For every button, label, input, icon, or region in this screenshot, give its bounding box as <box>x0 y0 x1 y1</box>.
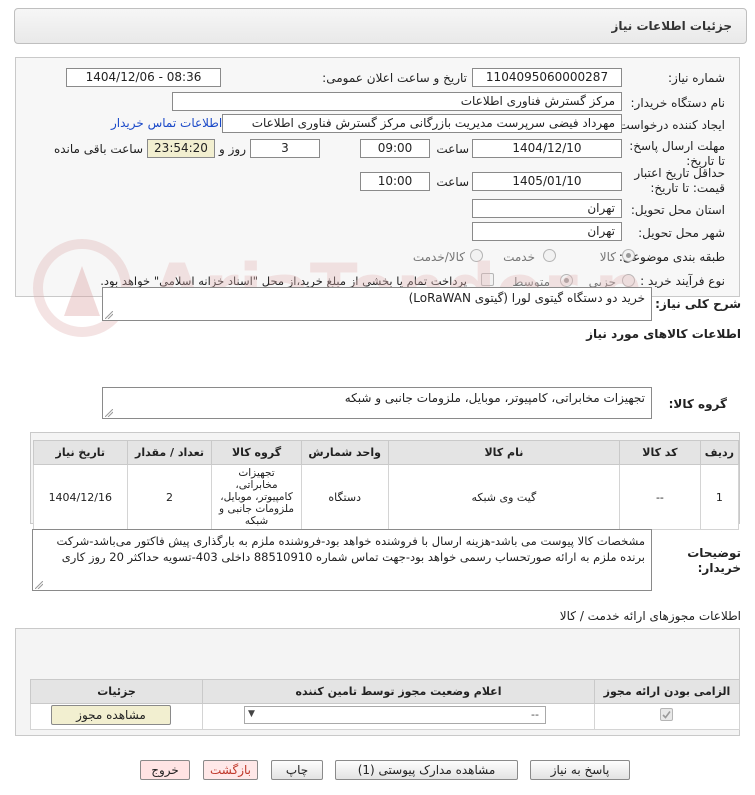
exit-button[interactable]: خروج <box>140 760 190 780</box>
creator-field: مهرداد فیضی سرپرست مدیریت بازرگانی مرکز … <box>222 114 622 133</box>
permit-status-select[interactable]: ▼ -- <box>244 706 546 724</box>
buyer-notes-line2: برنده ملزم به ارائه صورتحساب رسمی خواهد … <box>61 550 645 564</box>
cell-row: 1 <box>699 464 740 530</box>
permit-col-status: اعلام وضعیت مجوز توسط تامین کننده <box>202 679 595 704</box>
purchase-radio-medium[interactable] <box>560 274 573 287</box>
deadline-time-label: ساعت <box>436 142 469 156</box>
city-field: تهران <box>472 222 622 241</box>
page-title: جزئیات اطلاعات نیاز <box>611 19 732 33</box>
permits-table-header: الزامی بودن ارائه مجوز اعلام وضعیت مجوز … <box>30 679 740 704</box>
category-option-service: خدمت <box>503 250 535 264</box>
category-option-goods-service: کالا/خدمت <box>412 250 465 264</box>
cell-group: تجهیزات مخابراتی، کامپیوتر، موبایل، ملزو… <box>211 464 302 530</box>
remaining-days-field: 3 <box>250 139 320 158</box>
deadline-date-field: 1404/12/10 <box>472 139 622 158</box>
deadline-label: مهلت ارسال پاسخ: تا تاریخ: <box>629 139 725 168</box>
buyer-org-field: مرکز گسترش فناوری اطلاعات <box>172 92 622 111</box>
col-unit: واحد شمارش <box>300 440 389 465</box>
description-text: خرید دو دستگاه گیتوی لورا (گیتوی LoRaWAN… <box>408 291 645 305</box>
province-label: استان محل تحویل: <box>630 203 725 217</box>
reply-button[interactable]: پاسخ به نیاز <box>530 760 630 780</box>
chevron-down-icon: ▼ <box>248 709 255 719</box>
deadline-time-field: 09:00 <box>360 139 430 158</box>
goods-section-title: اطلاعات کالاهای مورد نیاز <box>586 327 741 341</box>
purchase-type-label: نوع فرآیند خرید : <box>640 274 725 288</box>
cell-date: 1404/12/16 <box>33 464 128 530</box>
permit-col-details: جزئیات <box>30 679 203 704</box>
province-field: تهران <box>472 199 622 218</box>
view-permit-button[interactable]: مشاهده مجوز <box>51 705 171 725</box>
buyer-notes-field: مشخصات کالا پیوست می باشد-هزینه ارسال با… <box>32 529 652 591</box>
view-documents-button[interactable]: مشاهده مدارک پیوستی (1) <box>335 760 518 780</box>
buyer-notes-label: توضیحات خریدار: <box>687 546 741 575</box>
col-code: کد کالا <box>619 440 701 465</box>
table-row: 1 -- گیت وی شبکه دستگاه تجهیزات مخابراتی… <box>33 464 740 530</box>
page-header: جزئیات اطلاعات نیاز <box>14 8 747 44</box>
resize-grip-icon[interactable] <box>105 409 113 417</box>
validity-date-field: 1405/01/10 <box>472 172 622 191</box>
col-group: گروه کالا <box>211 440 302 465</box>
announce-date-field: 1404/12/06 - 08:36 <box>66 68 221 87</box>
category-option-goods: کالا <box>599 250 616 264</box>
print-button[interactable]: چاپ <box>271 760 323 780</box>
goods-table-header: ردیف کد کالا نام کالا واحد شمارش گروه کا… <box>33 440 740 465</box>
cell-code: -- <box>619 464 701 530</box>
validity-time-field: 10:00 <box>360 172 430 191</box>
resize-grip-icon[interactable] <box>105 311 113 319</box>
permit-col-required: الزامی بودن ارائه مجوز <box>594 679 740 704</box>
days-label: روز و <box>219 142 246 156</box>
col-date: تاریخ نیاز <box>33 440 128 465</box>
creator-label: ایجاد کننده درخواست: <box>614 118 725 132</box>
need-number-label: شماره نیاز: <box>668 71 725 85</box>
buyer-notes-line1: مشخصات کالا پیوست می باشد-هزینه ارسال با… <box>56 534 645 548</box>
cell-qty: 2 <box>126 464 213 530</box>
goods-table: ردیف کد کالا نام کالا واحد شمارش گروه کا… <box>33 440 740 530</box>
validity-label: حداقل تاریخ اعتبار قیمت: تا تاریخ: <box>634 166 725 195</box>
back-button[interactable]: بازگشت <box>203 760 258 780</box>
city-label: شهر محل تحویل: <box>638 226 725 240</box>
col-row: ردیف <box>699 440 740 465</box>
need-number-field: 1104095060000287 <box>472 68 622 87</box>
goods-group-field: تجهیزات مخابراتی، کامپیوتر، موبایل، ملزو… <box>102 387 652 419</box>
remaining-time-field: 23:54:20 <box>147 139 215 158</box>
remaining-label: ساعت باقی مانده <box>53 142 143 156</box>
purchase-radio-minor[interactable] <box>622 274 635 287</box>
resize-grip-icon[interactable] <box>35 581 43 589</box>
col-name: نام کالا <box>387 440 621 465</box>
category-radio-goods[interactable] <box>622 249 635 262</box>
validity-time-label: ساعت <box>436 175 469 189</box>
announce-date-label: تاریخ و ساعت اعلان عمومی: <box>322 71 467 85</box>
cell-unit: دستگاه <box>300 464 389 530</box>
category-radio-goods-service[interactable] <box>470 249 483 262</box>
checkmark-icon <box>662 711 671 719</box>
buyer-org-label: نام دستگاه خریدار: <box>630 96 726 110</box>
treasury-note: پرداخت تمام یا بخشی از مبلغ خرید،از محل … <box>100 274 467 288</box>
permits-title: اطلاعات مجوزهای ارائه خدمت / کالا <box>559 609 741 623</box>
description-label: شرح کلی نیاز: <box>655 297 741 311</box>
cell-name: گیت وی شبکه <box>387 464 621 530</box>
goods-group-text: تجهیزات مخابراتی، کامپیوتر، موبایل، ملزو… <box>344 391 645 405</box>
col-qty: تعداد / مقدار <box>126 440 213 465</box>
description-field: خرید دو دستگاه گیتوی لورا (گیتوی LoRaWAN… <box>102 287 652 321</box>
category-radio-service[interactable] <box>543 249 556 262</box>
permit-status-value: -- <box>531 708 539 721</box>
treasury-checkbox[interactable] <box>481 273 494 286</box>
goods-group-label: گروه کالا: <box>668 397 727 411</box>
buyer-contact-link[interactable]: اطلاعات تماس خریدار <box>111 116 222 130</box>
